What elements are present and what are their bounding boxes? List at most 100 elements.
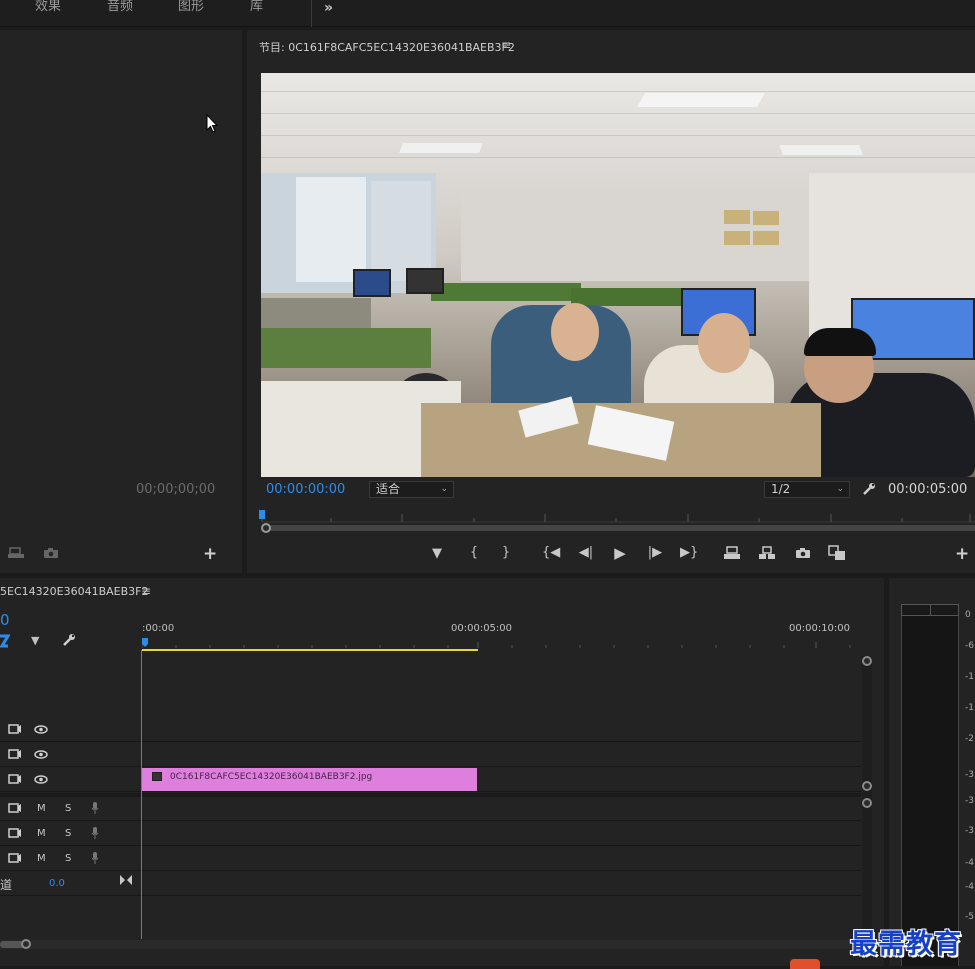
workspace-tab-graphics[interactable]: 图形 [178,0,204,14]
go-to-in-icon[interactable]: {◀ [542,546,560,560]
audio-meter-panel: 0 -6 -1 -1 -2 -3 -3 -3 -4 -4 -5 [889,578,975,966]
track-row-a1 [0,797,861,821]
track-sync-lock-icon[interactable] [8,828,22,838]
ruler-label-start: :00:00 [142,623,175,634]
track-sync-lock-icon[interactable] [8,774,22,784]
master-track-label: 道 [0,878,13,892]
solo-button[interactable]: S [65,853,71,864]
comparison-view-icon[interactable] [828,545,846,561]
resolution-dropdown-value: 1/2 [771,482,791,496]
wrench-icon[interactable] [862,482,876,496]
meter-scale-label: -4 [965,858,974,868]
meter-scale-label: -1 [965,672,974,682]
scroll-handle-top[interactable] [862,656,872,666]
scroll-handle-audio-top[interactable] [862,798,872,808]
meter-scale-label: -3 [965,796,974,806]
timeline-clip[interactable]: 0C161F8CAFC5EC14320E36041BAEB3F2.jpg [142,768,477,791]
meter-scale-label: -6 [965,641,974,651]
solo-button[interactable]: S [65,803,71,814]
program-title[interactable]: 节目: 0C161F8CAFC5EC14320E36041BAEB3F2 [259,39,515,55]
watermark-logo: 最需教育 [850,929,962,960]
program-video-frame [261,73,975,477]
microphone-icon[interactable] [91,852,99,864]
horizontal-scroll-handle[interactable] [21,939,31,949]
program-current-timecode[interactable]: 00:00:00:00 [266,482,345,497]
source-timecode: 00;00;00;00 [136,482,216,497]
timeline-menu-icon[interactable]: ≡ [141,584,151,598]
program-menu-icon[interactable]: ≡ [501,38,511,52]
timeline-ruler[interactable] [142,636,862,654]
chevron-down-icon: ⌄ [440,484,448,494]
program-time-ruler[interactable] [256,506,975,536]
program-add-button[interactable]: + [955,544,969,564]
timeline-add-marker-icon[interactable]: ▼ [31,634,39,647]
chevron-down-icon: ⌄ [836,484,844,494]
more-workspaces-button[interactable]: » [324,0,333,16]
taskbar-app-icon[interactable] [790,959,820,969]
timeline-playhead-timecode[interactable]: 0 [0,611,10,629]
workspace-bar: 效果 音频 图形 库 » [0,0,975,27]
playhead-line[interactable] [141,650,142,939]
resolution-dropdown[interactable]: 1/2 ⌄ [764,481,850,498]
track-sync-lock-icon[interactable] [8,803,22,813]
add-marker-icon[interactable]: ▼ [428,547,446,561]
track-row-v2 [0,743,861,767]
workspace-separator [311,0,312,27]
lift-icon[interactable] [723,546,741,560]
mouse-cursor-icon [206,114,218,133]
clip-fx-icon [152,772,162,781]
track-sync-lock-icon[interactable] [8,724,22,734]
camera-icon[interactable] [43,547,59,559]
track-sync-lock-icon[interactable] [8,853,22,863]
eye-icon[interactable] [34,725,48,734]
meter-scale-label: 0 [965,610,971,620]
source-monitor-panel: 00;00;00;00 + [0,30,242,573]
source-add-button[interactable]: + [203,544,217,564]
extract-icon[interactable] [758,546,776,560]
timeline-horizontal-scrollbar[interactable] [0,940,884,949]
mute-button[interactable]: M [37,853,46,864]
meter-scale-label: -4 [965,882,974,892]
solo-button[interactable]: S [65,828,71,839]
timeline-vertical-scrollbar[interactable] [862,656,872,938]
workspace-tab-effects[interactable]: 效果 [35,0,61,14]
step-back-icon[interactable]: ◀| [577,546,595,560]
meter-scale-label: -3 [965,826,974,836]
ruler-label-5s: 00:00:05:00 [451,623,513,634]
workspace-tab-libraries[interactable]: 库 [250,0,263,14]
export-frame-camera-icon[interactable] [795,547,811,559]
mute-button[interactable]: M [37,803,46,814]
track-row-a3 [0,847,861,871]
track-row-a2 [0,822,861,846]
master-volume-value[interactable]: 0.0 [49,878,65,889]
play-icon[interactable]: ▶ [611,546,629,561]
timeline-title[interactable]: 5EC14320E36041BAEB3F2 [0,585,148,598]
track-sync-lock-icon[interactable] [8,749,22,759]
mute-button[interactable]: M [37,828,46,839]
step-forward-icon[interactable]: |▶ [646,546,664,560]
eye-icon[interactable] [34,750,48,759]
fit-dropdown-value: 适合 [376,482,401,496]
fit-dropdown[interactable]: 适合 ⌄ [369,481,454,498]
meter-scale-label: -3 [965,770,974,780]
scroll-handle-video-bottom[interactable] [862,781,872,791]
eye-icon[interactable] [34,775,48,784]
go-to-end-icon[interactable] [120,875,132,885]
track-row-v3 [0,718,861,742]
timeline-wrench-icon[interactable] [62,633,76,647]
export-frame-icon[interactable] [7,546,25,560]
audio-meter-bar [901,616,959,966]
video-audio-divider [0,793,861,797]
snap-icon[interactable] [0,634,10,648]
workspace-tab-audio[interactable]: 音频 [107,0,133,14]
clip-name: 0C161F8CAFC5EC14320E36041BAEB3F2.jpg [170,772,373,782]
meter-scale-label: -2 [965,734,974,744]
meter-scale-label: -5 [965,912,974,922]
program-duration-timecode: 00:00:05:00 [888,482,968,497]
go-to-out-icon[interactable]: ▶} [680,546,698,560]
microphone-icon[interactable] [91,827,99,839]
ruler-label-10s: 00:00:10:00 [789,623,851,634]
mark-in-icon[interactable]: { [465,546,483,560]
microphone-icon[interactable] [91,802,99,814]
mark-out-icon[interactable]: } [497,546,515,560]
